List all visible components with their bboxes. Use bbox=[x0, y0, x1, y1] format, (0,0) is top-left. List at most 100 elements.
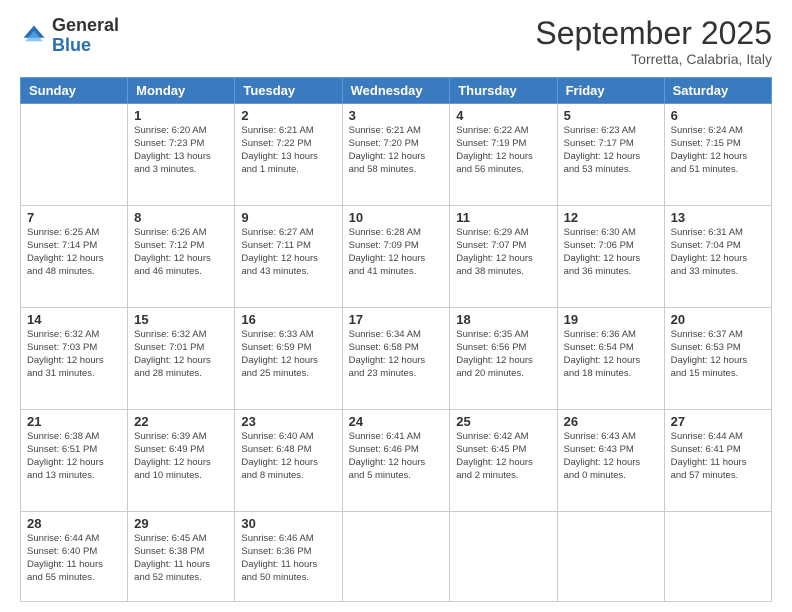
calendar-cell: 17 Sunrise: 6:34 AM Sunset: 6:58 PM Dayli… bbox=[342, 308, 450, 410]
day-number: 7 bbox=[27, 210, 121, 225]
calendar-cell: 29 Sunrise: 6:45 AM Sunset: 6:38 PM Dayli… bbox=[128, 512, 235, 602]
day-number: 20 bbox=[671, 312, 765, 327]
calendar-cell: 2 Sunrise: 6:21 AM Sunset: 7:22 PM Daylig… bbox=[235, 104, 342, 206]
logo-icon bbox=[20, 22, 48, 50]
calendar-cell: 26 Sunrise: 6:43 AM Sunset: 6:43 PM Dayli… bbox=[557, 410, 664, 512]
weekday-header-sunday: Sunday bbox=[21, 78, 128, 104]
calendar-cell: 9Sunrise: 6:27 AM Sunset: 7:11 PM Daylig… bbox=[235, 206, 342, 308]
calendar-cell bbox=[664, 512, 771, 602]
calendar-cell: 16 Sunrise: 6:33 AM Sunset: 6:59 PM Dayli… bbox=[235, 308, 342, 410]
day-number: 28 bbox=[27, 516, 121, 531]
calendar-cell bbox=[557, 512, 664, 602]
day-number: 6 bbox=[671, 108, 765, 123]
day-info: Sunrise: 6:44 AM Sunset: 6:41 PM Dayligh… bbox=[671, 431, 765, 482]
calendar-cell: 12Sunrise: 6:30 AM Sunset: 7:06 PM Dayli… bbox=[557, 206, 664, 308]
day-number: 13 bbox=[671, 210, 765, 225]
day-info: Sunrise: 6:39 AM Sunset: 6:49 PM Dayligh… bbox=[134, 431, 228, 482]
calendar-cell: 25 Sunrise: 6:42 AM Sunset: 6:45 PM Dayli… bbox=[450, 410, 557, 512]
day-info: Sunrise: 6:40 AM Sunset: 6:48 PM Dayligh… bbox=[241, 431, 335, 482]
calendar-cell: 11Sunrise: 6:29 AM Sunset: 7:07 PM Dayli… bbox=[450, 206, 557, 308]
day-info: Sunrise: 6:22 AM Sunset: 7:19 PM Dayligh… bbox=[456, 125, 550, 176]
logo-general-text: General bbox=[52, 15, 119, 35]
calendar-cell: 15 Sunrise: 6:32 AM Sunset: 7:01 PM Dayli… bbox=[128, 308, 235, 410]
day-number: 30 bbox=[241, 516, 335, 531]
day-number: 18 bbox=[456, 312, 550, 327]
day-info: Sunrise: 6:21 AM Sunset: 7:22 PM Dayligh… bbox=[241, 125, 335, 176]
day-info: Sunrise: 6:32 AM Sunset: 7:03 PM Dayligh… bbox=[27, 329, 121, 380]
calendar-cell: 30 Sunrise: 6:46 AM Sunset: 6:36 PM Dayli… bbox=[235, 512, 342, 602]
day-info: Sunrise: 6:20 AM Sunset: 7:23 PM Dayligh… bbox=[134, 125, 228, 176]
day-info: Sunrise: 6:41 AM Sunset: 6:46 PM Dayligh… bbox=[349, 431, 444, 482]
calendar-cell: 10 Sunrise: 6:28 AM Sunset: 7:09 PM Dayli… bbox=[342, 206, 450, 308]
day-info: Sunrise: 6:25 AM Sunset: 7:14 PM Dayligh… bbox=[27, 227, 121, 278]
calendar-cell bbox=[450, 512, 557, 602]
day-number: 3 bbox=[349, 108, 444, 123]
day-number: 8 bbox=[134, 210, 228, 225]
day-number: 2 bbox=[241, 108, 335, 123]
day-info: Sunrise: 6:24 AM Sunset: 7:15 PM Dayligh… bbox=[671, 125, 765, 176]
calendar-cell: 4 Sunrise: 6:22 AM Sunset: 7:19 PM Daylig… bbox=[450, 104, 557, 206]
calendar-cell: 20Sunrise: 6:37 AM Sunset: 6:53 PM Dayli… bbox=[664, 308, 771, 410]
calendar-cell bbox=[21, 104, 128, 206]
day-info: Sunrise: 6:38 AM Sunset: 6:51 PM Dayligh… bbox=[27, 431, 121, 482]
weekday-header-friday: Friday bbox=[557, 78, 664, 104]
calendar: SundayMondayTuesdayWednesdayThursdayFrid… bbox=[20, 77, 772, 602]
day-number: 15 bbox=[134, 312, 228, 327]
calendar-cell: 18Sunrise: 6:35 AM Sunset: 6:56 PM Dayli… bbox=[450, 308, 557, 410]
calendar-cell: 22 Sunrise: 6:39 AM Sunset: 6:49 PM Dayli… bbox=[128, 410, 235, 512]
day-info: Sunrise: 6:45 AM Sunset: 6:38 PM Dayligh… bbox=[134, 533, 228, 584]
day-number: 12 bbox=[564, 210, 658, 225]
day-number: 10 bbox=[349, 210, 444, 225]
day-number: 29 bbox=[134, 516, 228, 531]
calendar-cell: 21Sunrise: 6:38 AM Sunset: 6:51 PM Dayli… bbox=[21, 410, 128, 512]
header: General Blue September 2025 Torretta, Ca… bbox=[20, 16, 772, 67]
day-info: Sunrise: 6:27 AM Sunset: 7:11 PM Dayligh… bbox=[241, 227, 335, 278]
weekday-header-thursday: Thursday bbox=[450, 78, 557, 104]
day-number: 17 bbox=[349, 312, 444, 327]
calendar-cell: 3 Sunrise: 6:21 AM Sunset: 7:20 PM Daylig… bbox=[342, 104, 450, 206]
weekday-header-row: SundayMondayTuesdayWednesdayThursdayFrid… bbox=[21, 78, 772, 104]
weekday-header-wednesday: Wednesday bbox=[342, 78, 450, 104]
calendar-cell: 19Sunrise: 6:36 AM Sunset: 6:54 PM Dayli… bbox=[557, 308, 664, 410]
day-info: Sunrise: 6:31 AM Sunset: 7:04 PM Dayligh… bbox=[671, 227, 765, 278]
day-info: Sunrise: 6:23 AM Sunset: 7:17 PM Dayligh… bbox=[564, 125, 658, 176]
week-row-1: 7 Sunrise: 6:25 AM Sunset: 7:14 PM Daylig… bbox=[21, 206, 772, 308]
week-row-2: 14Sunrise: 6:32 AM Sunset: 7:03 PM Dayli… bbox=[21, 308, 772, 410]
calendar-cell: 13 Sunrise: 6:31 AM Sunset: 7:04 PM Dayli… bbox=[664, 206, 771, 308]
day-number: 22 bbox=[134, 414, 228, 429]
day-info: Sunrise: 6:29 AM Sunset: 7:07 PM Dayligh… bbox=[456, 227, 550, 278]
day-number: 1 bbox=[134, 108, 228, 123]
day-info: Sunrise: 6:42 AM Sunset: 6:45 PM Dayligh… bbox=[456, 431, 550, 482]
week-row-0: 1 Sunrise: 6:20 AM Sunset: 7:23 PM Daylig… bbox=[21, 104, 772, 206]
location-subtitle: Torretta, Calabria, Italy bbox=[535, 51, 772, 67]
calendar-cell: 1 Sunrise: 6:20 AM Sunset: 7:23 PM Daylig… bbox=[128, 104, 235, 206]
day-info: Sunrise: 6:26 AM Sunset: 7:12 PM Dayligh… bbox=[134, 227, 228, 278]
calendar-cell: 5 Sunrise: 6:23 AM Sunset: 7:17 PM Daylig… bbox=[557, 104, 664, 206]
calendar-cell: 14Sunrise: 6:32 AM Sunset: 7:03 PM Dayli… bbox=[21, 308, 128, 410]
day-number: 4 bbox=[456, 108, 550, 123]
day-number: 5 bbox=[564, 108, 658, 123]
calendar-cell: 8 Sunrise: 6:26 AM Sunset: 7:12 PM Daylig… bbox=[128, 206, 235, 308]
day-info: Sunrise: 6:46 AM Sunset: 6:36 PM Dayligh… bbox=[241, 533, 335, 584]
weekday-header-tuesday: Tuesday bbox=[235, 78, 342, 104]
day-info: Sunrise: 6:33 AM Sunset: 6:59 PM Dayligh… bbox=[241, 329, 335, 380]
calendar-cell: 24Sunrise: 6:41 AM Sunset: 6:46 PM Dayli… bbox=[342, 410, 450, 512]
month-title: September 2025 bbox=[535, 16, 772, 51]
weekday-header-monday: Monday bbox=[128, 78, 235, 104]
calendar-cell bbox=[342, 512, 450, 602]
day-number: 16 bbox=[241, 312, 335, 327]
day-number: 26 bbox=[564, 414, 658, 429]
day-info: Sunrise: 6:34 AM Sunset: 6:58 PM Dayligh… bbox=[349, 329, 444, 380]
day-info: Sunrise: 6:21 AM Sunset: 7:20 PM Dayligh… bbox=[349, 125, 444, 176]
week-row-4: 28 Sunrise: 6:44 AM Sunset: 6:40 PM Dayli… bbox=[21, 512, 772, 602]
day-info: Sunrise: 6:36 AM Sunset: 6:54 PM Dayligh… bbox=[564, 329, 658, 380]
day-info: Sunrise: 6:44 AM Sunset: 6:40 PM Dayligh… bbox=[27, 533, 121, 584]
day-info: Sunrise: 6:43 AM Sunset: 6:43 PM Dayligh… bbox=[564, 431, 658, 482]
title-block: September 2025 Torretta, Calabria, Italy bbox=[535, 16, 772, 67]
day-info: Sunrise: 6:28 AM Sunset: 7:09 PM Dayligh… bbox=[349, 227, 444, 278]
page: General Blue September 2025 Torretta, Ca… bbox=[0, 0, 792, 612]
logo-blue-text: Blue bbox=[52, 35, 91, 55]
calendar-cell: 7 Sunrise: 6:25 AM Sunset: 7:14 PM Daylig… bbox=[21, 206, 128, 308]
day-info: Sunrise: 6:32 AM Sunset: 7:01 PM Dayligh… bbox=[134, 329, 228, 380]
day-number: 25 bbox=[456, 414, 550, 429]
